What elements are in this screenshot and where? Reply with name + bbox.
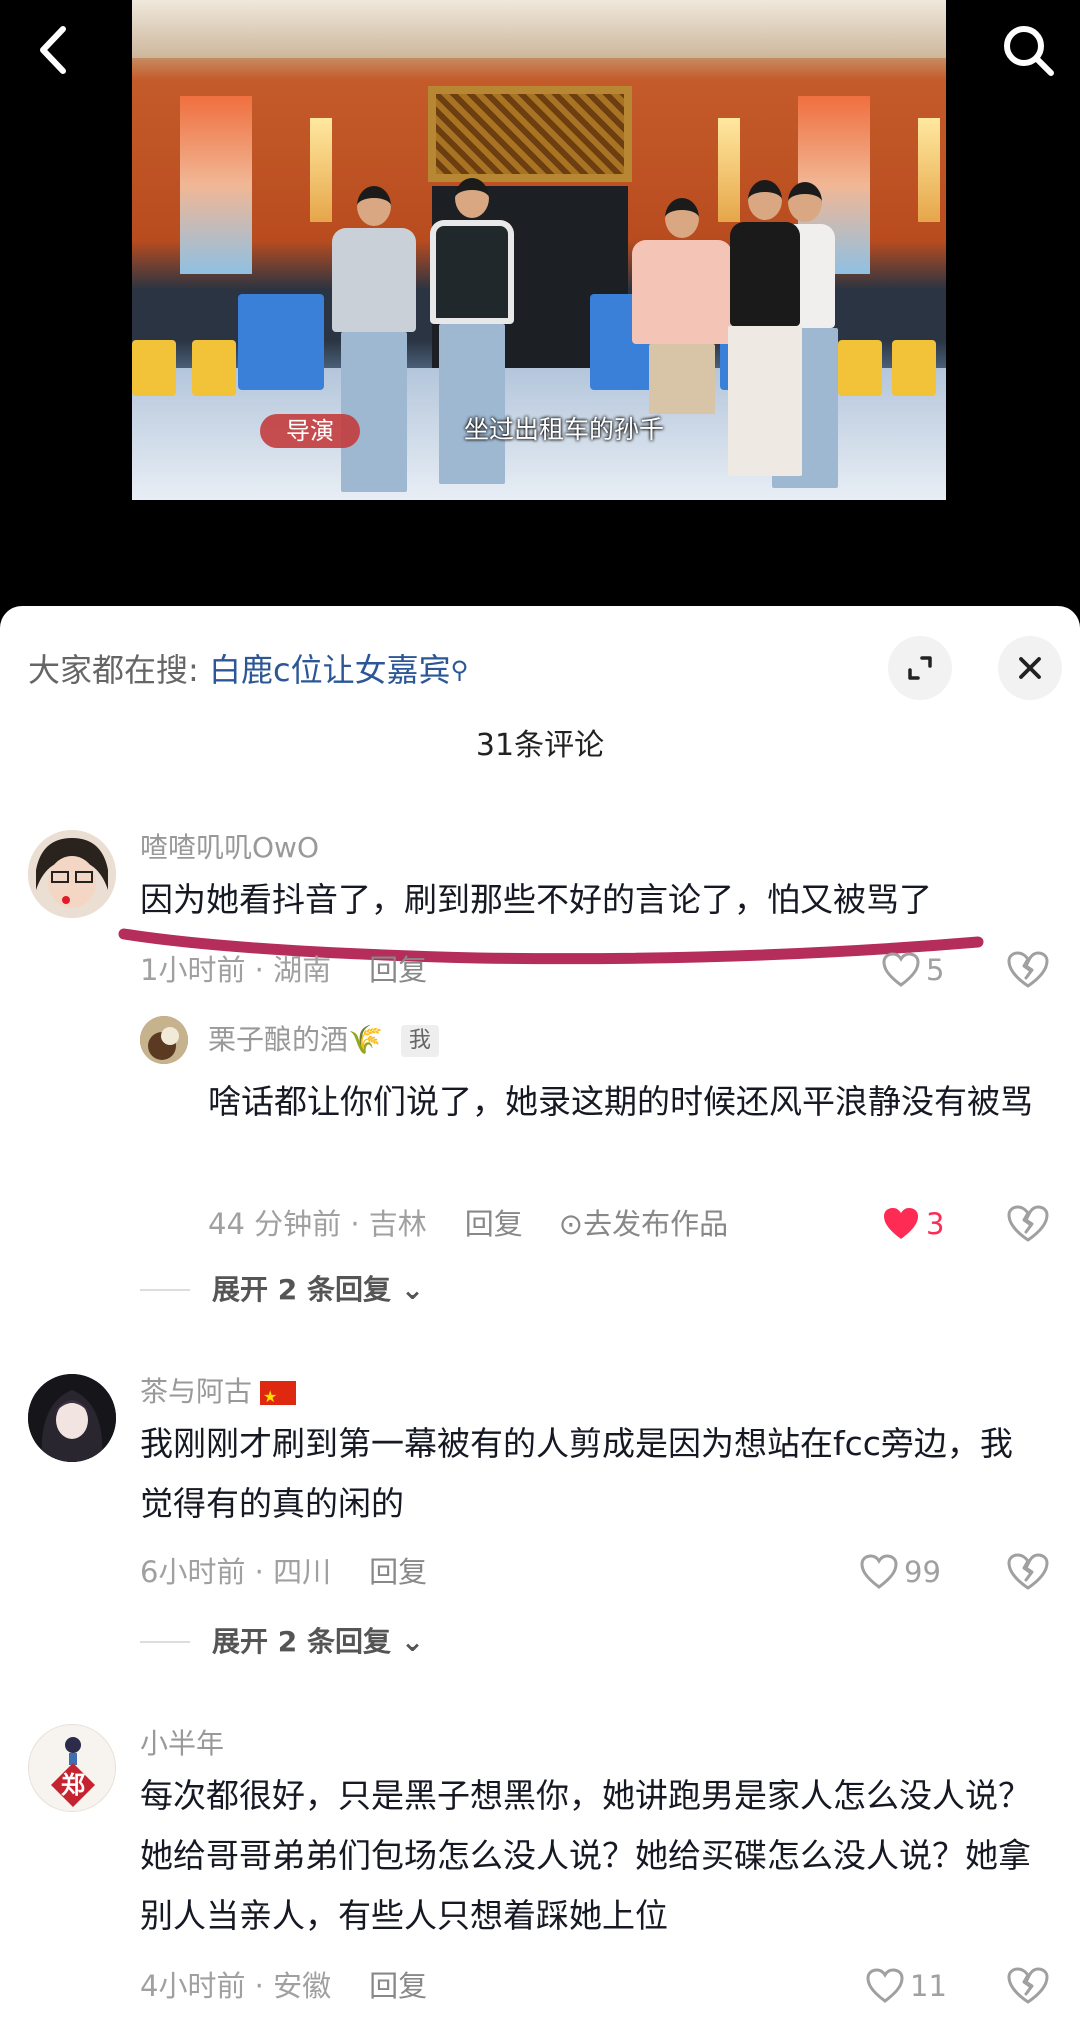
avatar-image bbox=[28, 830, 116, 918]
avatar[interactable] bbox=[28, 830, 116, 918]
reply-meta: 44 分钟前 · 吉林 回复 ⊙去发布作品 bbox=[208, 1204, 728, 1244]
expand-replies-button[interactable]: 展开 2 条回复 ⌄ bbox=[140, 1622, 424, 1662]
comment-username[interactable]: 茶与阿古 bbox=[140, 1372, 297, 1417]
china-flag-icon bbox=[260, 1377, 297, 1417]
like-count: 11 bbox=[910, 1969, 947, 2003]
trending-search[interactable]: 大家都在搜: 白鹿c位让女嘉宾⚲ bbox=[28, 648, 468, 692]
dislike-button[interactable] bbox=[1006, 1966, 1050, 2010]
like-count: 3 bbox=[926, 1207, 945, 1241]
dislike-button[interactable] bbox=[1006, 1204, 1050, 1248]
close-icon bbox=[1019, 657, 1041, 679]
comment-sheet: 大家都在搜: 白鹿c位让女嘉宾⚲ 31条评论 喳喳叽叽OwO 因为她看抖音了，刷… bbox=[0, 606, 1080, 2025]
heart-icon bbox=[866, 1968, 904, 2003]
comment-meta: 4小时前 · 安徽 回复 bbox=[140, 1966, 427, 2006]
comment-text: 我刚刚才刷到第一幕被有的人剪成是因为想站在fcc旁边，我觉得有的真的闲的 bbox=[140, 1424, 1013, 1523]
video-subtitle: 坐过出租车的孙千 bbox=[464, 415, 665, 444]
avatar-image bbox=[28, 1374, 116, 1462]
divider-line bbox=[140, 1289, 190, 1291]
expand-icon bbox=[908, 656, 932, 680]
close-button[interactable] bbox=[998, 636, 1062, 700]
expand-replies-label: 展开 2 条回复 bbox=[212, 1625, 391, 1658]
cast-member bbox=[728, 180, 802, 476]
reply-button[interactable]: 回复 bbox=[465, 1207, 523, 1241]
comment-username[interactable]: 小半年 bbox=[140, 1724, 224, 1764]
video-frame[interactable]: 导演 坐过出租车的孙千 bbox=[132, 0, 946, 500]
chevron-left-icon bbox=[40, 26, 66, 74]
comment-meta: 6小时前 · 四川 回复 bbox=[140, 1552, 427, 1592]
dislike-button[interactable] bbox=[1006, 950, 1050, 994]
video-player[interactable]: 导演 坐过出租车的孙千 bbox=[0, 0, 1080, 606]
trending-search-label: 大家都在搜: bbox=[28, 651, 209, 689]
stage-chair bbox=[192, 340, 236, 396]
expand-replies-button[interactable]: 展开 2 条回复 ⌄ bbox=[140, 1270, 424, 1310]
like-count: 5 bbox=[926, 953, 945, 987]
heart-icon bbox=[884, 1208, 918, 1239]
back-button[interactable] bbox=[22, 18, 82, 82]
stage-chair bbox=[132, 340, 176, 396]
like-button[interactable]: 5 bbox=[882, 950, 944, 990]
like-button[interactable]: 11 bbox=[866, 1966, 947, 2006]
avatar[interactable]: 郑 bbox=[28, 1724, 116, 1812]
stage-ornament bbox=[428, 86, 632, 182]
cast-member bbox=[632, 198, 732, 414]
like-button[interactable]: 99 bbox=[860, 1552, 941, 1592]
stage-chair bbox=[838, 340, 882, 396]
broken-heart-icon bbox=[1007, 1205, 1049, 1242]
comment-time-location: 4小时前 · 安徽 bbox=[140, 1969, 332, 2003]
stage-ceiling bbox=[132, 0, 946, 58]
broken-heart-icon bbox=[1007, 1553, 1049, 1590]
broken-heart-icon bbox=[1007, 951, 1049, 988]
stage-banner-left bbox=[180, 96, 252, 274]
avatar-image bbox=[140, 1016, 188, 1064]
publish-work-button[interactable]: ⊙去发布作品 bbox=[559, 1207, 728, 1241]
reply-avatar[interactable] bbox=[140, 1016, 188, 1064]
publish-work-label: 去发布作品 bbox=[583, 1207, 729, 1241]
stage-chair bbox=[892, 340, 936, 396]
chevron-down-icon: ⌄ bbox=[390, 1273, 425, 1306]
avatar[interactable] bbox=[28, 1374, 116, 1462]
dislike-button[interactable] bbox=[1006, 1552, 1050, 1596]
stage-lamp bbox=[918, 118, 940, 222]
upload-icon: ⊙ bbox=[558, 1207, 584, 1241]
reply-text: 啥话都让你们说了，她录这期的时候还风平浪静没有被骂 bbox=[208, 1082, 1033, 1121]
divider-line bbox=[140, 1641, 190, 1643]
stage-desk bbox=[238, 294, 324, 390]
reply-button[interactable]: 回复 bbox=[369, 1555, 427, 1589]
reply-time-location: 44 分钟前 · 吉林 bbox=[208, 1207, 427, 1241]
search-icon bbox=[1004, 26, 1054, 76]
comment-username[interactable]: 喳喳叽叽OwO bbox=[140, 828, 319, 868]
comment-text: 每次都很好，只是黑子想黑你，她讲跑男是家人怎么没人说？她给哥哥弟弟们包场怎么没人… bbox=[140, 1776, 1031, 1935]
expand-replies-label: 展开 2 条回复 bbox=[212, 1273, 391, 1306]
like-count: 99 bbox=[904, 1555, 941, 1589]
stage-lamp bbox=[310, 118, 332, 222]
comment-count: 31条评论 bbox=[475, 728, 605, 763]
expand-sheet-button[interactable] bbox=[888, 636, 952, 700]
comment-time-location: 6小时前 · 四川 bbox=[140, 1555, 332, 1589]
like-button[interactable]: 3 bbox=[882, 1204, 944, 1244]
reply-username-text: 栗子酿的酒🌾 bbox=[208, 1023, 383, 1056]
comment-time-location: 1小时前 · 湖南 bbox=[140, 953, 332, 987]
avatar-char: 郑 bbox=[61, 1771, 85, 1799]
reply-button[interactable]: 回复 bbox=[369, 953, 427, 987]
broken-heart-icon bbox=[1007, 1967, 1049, 2004]
me-badge: 我 bbox=[400, 1025, 439, 1057]
search-button[interactable] bbox=[996, 18, 1060, 82]
reply-button[interactable]: 回复 bbox=[369, 1969, 427, 2003]
comment-meta: 1小时前 · 湖南 回复 bbox=[140, 950, 427, 990]
reply-username[interactable]: 栗子酿的酒🌾 我 bbox=[208, 1020, 439, 1060]
caption-tag: 导演 bbox=[260, 414, 360, 448]
search-icon: ⚲ bbox=[450, 656, 469, 684]
heart-icon bbox=[882, 952, 920, 987]
chevron-down-icon: ⌄ bbox=[390, 1625, 425, 1658]
comment-username-text: 茶与阿古 bbox=[140, 1375, 253, 1408]
trending-search-keyword[interactable]: 白鹿c位让女嘉宾 bbox=[209, 651, 451, 689]
heart-icon bbox=[860, 1554, 898, 1589]
